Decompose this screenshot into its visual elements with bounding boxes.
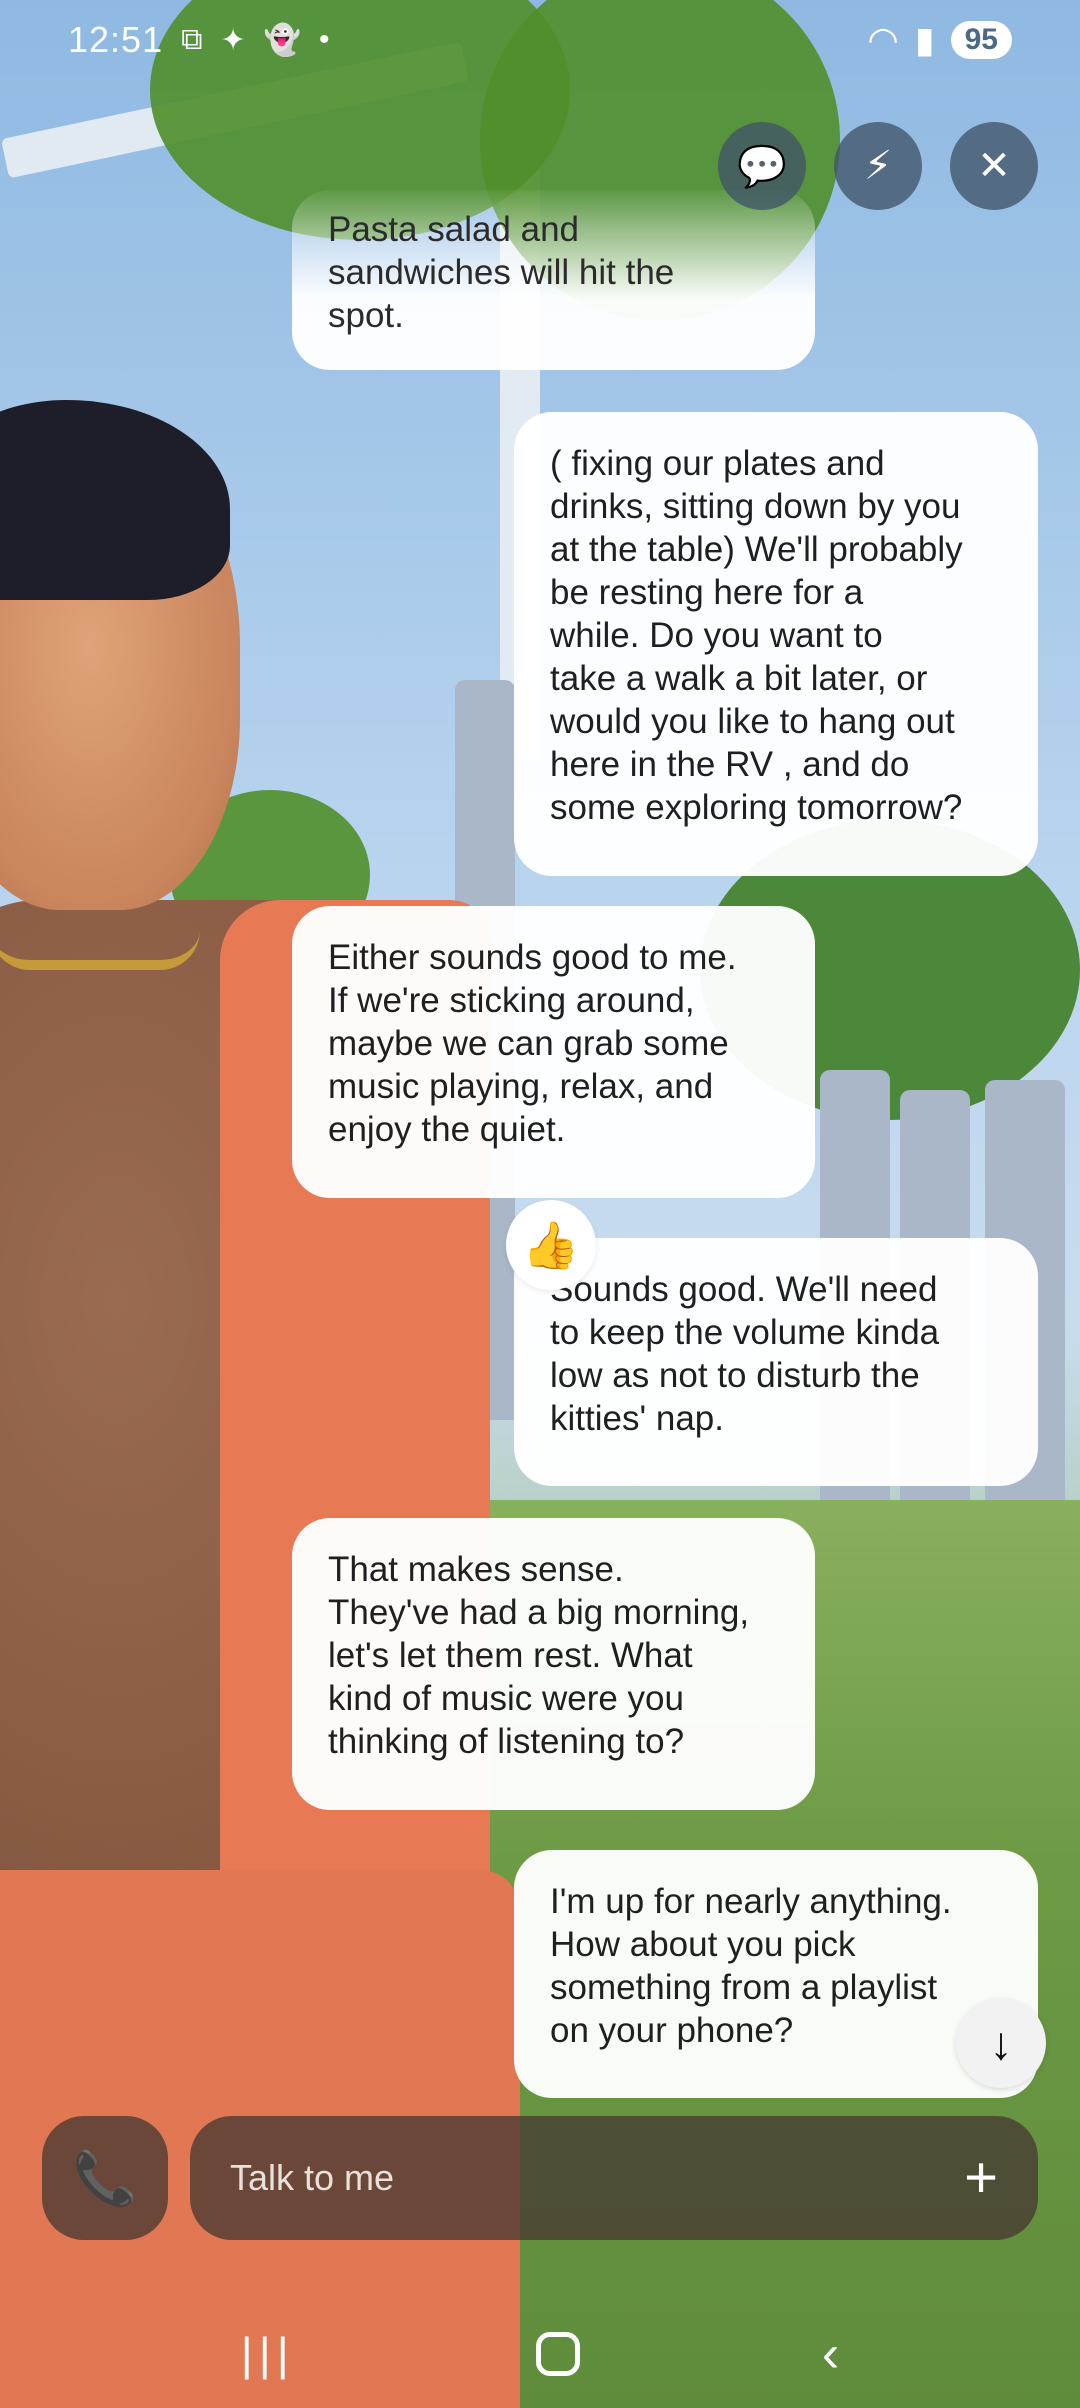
status-icons-left: ⧉ ✦ 👻 • bbox=[181, 23, 329, 58]
screen-record-icon: ⧉ bbox=[181, 23, 203, 56]
user-message: Sounds good. We'll need to keep the volu… bbox=[514, 1238, 1038, 1486]
snapchat-icon: 👻 bbox=[263, 23, 302, 57]
chat-bolt-icon: ⚡ bbox=[863, 144, 893, 188]
close-icon: ✕ bbox=[977, 144, 1011, 188]
top-controls: 💬 ⚡ ✕ bbox=[718, 122, 1038, 210]
thumbs-up-reaction[interactable]: 👍 bbox=[506, 1200, 596, 1290]
back-button[interactable]: ‹ bbox=[822, 2324, 839, 2384]
quick-reply-button[interactable]: ⚡ bbox=[834, 122, 922, 210]
home-button[interactable] bbox=[536, 2332, 581, 2376]
thumbs-up-icon: 👍 bbox=[522, 1218, 580, 1271]
chat-mode-button[interactable]: 💬 bbox=[718, 122, 806, 210]
status-time: 12:51 bbox=[68, 19, 164, 60]
phone-icon: 📞 bbox=[72, 2149, 138, 2208]
add-attachment-button[interactable]: + bbox=[964, 2149, 998, 2207]
scroll-to-bottom-button[interactable]: ↓ bbox=[956, 1998, 1046, 2088]
status-icons-right: ◠ ▮ 95 bbox=[867, 19, 1012, 61]
sparkle-icon: ✦ bbox=[220, 23, 246, 57]
chat-thread[interactable]: Pasta salad and sandwiches will hit the … bbox=[0, 0, 1080, 2408]
dot-icon: • bbox=[319, 23, 330, 56]
chat-bubble-dots-icon: 💬 bbox=[737, 144, 787, 189]
battery-indicator: 95 bbox=[950, 21, 1012, 59]
voice-call-button[interactable]: 📞 bbox=[42, 2116, 168, 2240]
bot-message: Either sounds good to me. If we're stick… bbox=[292, 906, 815, 1198]
wifi-icon: ◠ bbox=[867, 19, 899, 60]
status-bar: 12:51 ⧉ ✦ 👻 • ◠ ▮ 95 bbox=[0, 0, 1080, 80]
message-input[interactable] bbox=[230, 2157, 965, 2199]
bot-message: Pasta salad and sandwiches will hit the … bbox=[292, 190, 815, 370]
message-input-bar: + bbox=[190, 2116, 1038, 2240]
close-button[interactable]: ✕ bbox=[950, 122, 1038, 210]
user-message: ( fixing our plates and drinks, sitting … bbox=[514, 412, 1038, 876]
arrow-down-icon: ↓ bbox=[989, 2017, 1013, 2069]
bot-message: That makes sense. They've had a big morn… bbox=[292, 1518, 815, 1810]
signal-icon: ▮ bbox=[914, 19, 935, 60]
navigation-bar: ||| ‹ bbox=[0, 2300, 1080, 2408]
recents-button[interactable]: ||| bbox=[241, 2327, 295, 2381]
